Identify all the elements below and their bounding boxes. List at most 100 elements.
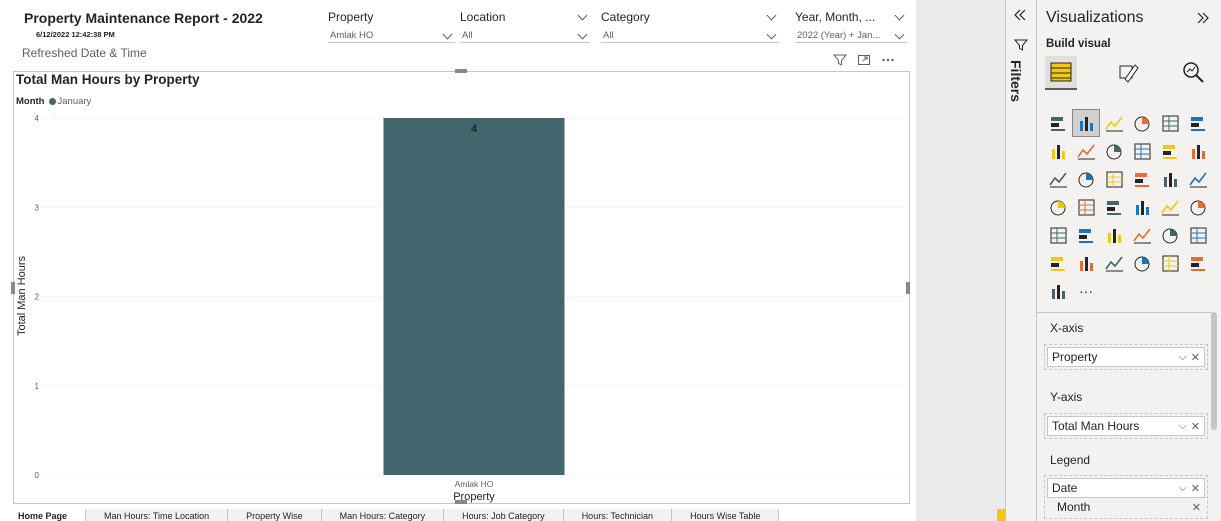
remove-field-icon[interactable]: ✕ <box>1192 501 1201 514</box>
refresh-label: Refreshed Date & Time <box>22 46 147 60</box>
remove-field-icon[interactable]: ✕ <box>1191 420 1200 433</box>
filter-icon[interactable] <box>828 50 852 70</box>
y-axis-field[interactable]: Total Man Hours ⌵ ✕ <box>1047 416 1205 436</box>
y-tick-label: 2 <box>35 293 40 302</box>
resize-handle-top[interactable] <box>455 69 467 73</box>
donut-chart-icon[interactable] <box>1156 165 1184 193</box>
area-chart-icon[interactable] <box>1072 137 1100 165</box>
key-influencers-icon[interactable] <box>1184 221 1212 249</box>
more-options-icon[interactable] <box>876 50 900 70</box>
stacked-bar-icon[interactable] <box>1044 109 1072 137</box>
power-automate-icon[interactable] <box>1044 277 1072 305</box>
chevron-down-icon <box>577 29 588 39</box>
smart-narrative-icon[interactable] <box>1100 249 1128 277</box>
ribbon-chart-icon[interactable] <box>1184 137 1212 165</box>
chevron-down-icon[interactable]: ⌵ <box>1178 351 1186 364</box>
kpi-icon[interactable] <box>1184 193 1212 221</box>
chevron-down-icon[interactable]: ⌵ <box>1178 420 1186 433</box>
paginated-report-icon[interactable] <box>1128 249 1156 277</box>
y-axis-label: Y-axis <box>1050 390 1083 404</box>
line-clustered-icon[interactable] <box>1156 137 1184 165</box>
remove-field-icon[interactable]: ✕ <box>1191 351 1200 364</box>
gauge-icon[interactable] <box>1100 193 1128 221</box>
filter-pane-icon <box>1013 38 1029 57</box>
slicer-icon[interactable] <box>1044 221 1072 249</box>
y-tick-label: 1 <box>35 382 40 391</box>
more-visuals-icon[interactable]: ··· <box>1072 277 1100 305</box>
analytics-icon[interactable] <box>1177 56 1209 88</box>
legend-well[interactable]: Date ⌵ ✕ Month ✕ <box>1044 475 1208 519</box>
tab-4[interactable]: Hours: Job Category <box>444 509 564 521</box>
power-apps-icon[interactable] <box>1184 249 1212 277</box>
x-axis-label: X-axis <box>1050 321 1084 335</box>
slicer-dropdown[interactable]: All <box>601 29 779 43</box>
tab-3[interactable]: Man Hours: Category <box>321 509 445 521</box>
r-visual-icon[interactable] <box>1128 221 1156 249</box>
legend-sub-field[interactable]: Month ✕ <box>1047 498 1205 516</box>
stacked-column-icon[interactable] <box>1128 109 1156 137</box>
line-chart-icon[interactable] <box>1044 137 1072 165</box>
pie-chart-icon[interactable] <box>1128 165 1156 193</box>
table-icon[interactable] <box>1072 221 1100 249</box>
pane-scrollbar[interactable] <box>1211 312 1217 430</box>
100-percent-column-icon[interactable] <box>1184 109 1212 137</box>
chevron-down-icon[interactable] <box>577 10 588 21</box>
format-visual-icon[interactable] <box>1112 56 1144 88</box>
slicer-label: Category <box>601 10 650 24</box>
x-axis-field[interactable]: Property ⌵ ✕ <box>1047 347 1205 367</box>
x-tick-label: Amlak HO <box>455 479 494 489</box>
funnel-icon[interactable] <box>1072 165 1100 193</box>
x-axis-well[interactable]: Property ⌵ ✕ <box>1044 344 1208 370</box>
slicer-property[interactable]: Property Amlak HO <box>328 9 455 47</box>
remove-field-icon[interactable]: ✕ <box>1191 482 1200 495</box>
y-axis-well[interactable]: Total Man Hours ⌵ ✕ <box>1044 413 1208 439</box>
collapse-filters-icon[interactable] <box>1013 8 1027 27</box>
data-label: 4 <box>471 123 478 135</box>
fields-mode-icon[interactable] <box>1045 56 1077 90</box>
visual-header-toolbar <box>828 50 900 70</box>
slicer-dropdown[interactable]: All <box>460 29 590 43</box>
python-visual-icon[interactable] <box>1156 221 1184 249</box>
report-title: Property Maintenance Report - 2022 <box>24 10 263 26</box>
expand-pane-icon[interactable] <box>1196 11 1210 30</box>
slicer-date[interactable]: Year, Month, ... 2022 (Year) + Jan... <box>795 9 907 47</box>
qna-icon[interactable] <box>1072 249 1100 277</box>
clustered-column-icon[interactable] <box>1072 109 1100 137</box>
chevron-down-icon <box>894 29 905 39</box>
stacked-area-icon[interactable] <box>1100 137 1128 165</box>
matrix-icon[interactable] <box>1100 221 1128 249</box>
chevron-down-icon[interactable]: ⌵ <box>1178 482 1186 495</box>
visualizations-title: Visualizations <box>1046 9 1144 26</box>
slicer-dropdown[interactable]: Amlak HO <box>328 29 455 43</box>
tab-0[interactable]: Home Page <box>0 509 87 521</box>
scatter-icon[interactable] <box>1100 165 1128 193</box>
tab-2[interactable]: Property Wise <box>228 509 322 521</box>
focus-mode-icon[interactable] <box>852 50 876 70</box>
slicer-value: Amlak HO <box>330 30 374 41</box>
100-percent-bar-icon[interactable] <box>1156 109 1184 137</box>
multi-row-card-icon[interactable] <box>1156 193 1184 221</box>
azure-map-icon[interactable] <box>1156 249 1184 277</box>
slicer-category[interactable]: Category All <box>601 9 779 47</box>
clustered-bar-icon[interactable] <box>1100 109 1128 137</box>
pane-divider <box>1037 312 1212 313</box>
tab-6[interactable]: Hours Wise Table <box>672 509 780 521</box>
tab-1[interactable]: Man Hours: Time Location <box>86 509 229 521</box>
tab-5[interactable]: Hours: Technician <box>563 509 673 521</box>
legend-field[interactable]: Date ⌵ ✕ <box>1047 478 1205 498</box>
card-icon[interactable] <box>1128 193 1156 221</box>
waterfall-icon[interactable] <box>1044 165 1072 193</box>
treemap-icon[interactable] <box>1184 165 1212 193</box>
slicer-location[interactable]: Location All <box>460 9 590 47</box>
chevron-down-icon[interactable] <box>894 10 905 21</box>
y-tick-label: 4 <box>35 114 40 123</box>
filters-label[interactable]: Filters <box>1008 60 1024 102</box>
y-axis-title: Total Man Hours <box>16 255 28 336</box>
line-column-icon[interactable] <box>1128 137 1156 165</box>
slicer-dropdown[interactable]: 2022 (Year) + Jan... <box>795 29 907 43</box>
filled-map-icon[interactable] <box>1072 193 1100 221</box>
map-icon[interactable] <box>1044 193 1072 221</box>
refresh-date: 6/12/2022 12:42:38 PM <box>36 30 115 39</box>
chevron-down-icon[interactable] <box>766 10 777 21</box>
decomposition-tree-icon[interactable] <box>1044 249 1072 277</box>
